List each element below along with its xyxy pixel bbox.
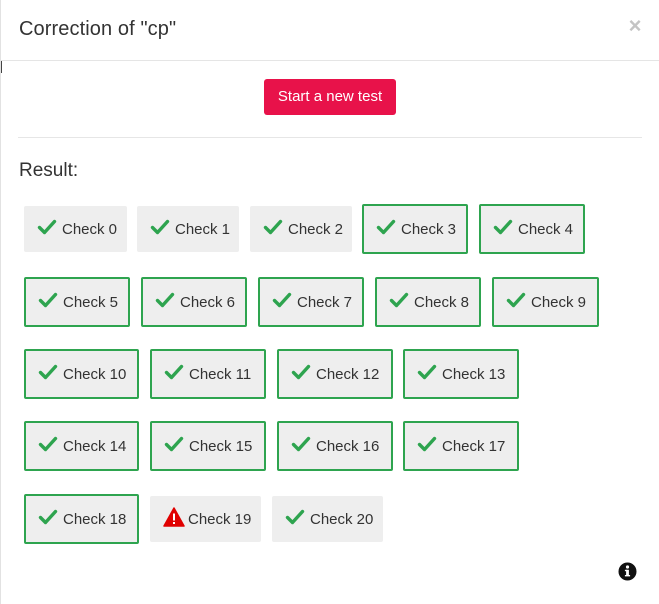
checkmark-icon xyxy=(417,434,437,454)
check-label: Check 10 xyxy=(63,365,127,383)
checkmark-icon xyxy=(493,217,513,237)
checkmark-icon xyxy=(164,362,184,382)
checkmark-icon xyxy=(38,434,58,454)
checkmark-icon xyxy=(389,290,409,310)
checkmark-icon xyxy=(291,434,311,454)
check-chip-15[interactable]: Check 15 xyxy=(150,421,266,471)
check-chip-11[interactable]: Check 11 xyxy=(150,349,266,399)
divider xyxy=(18,137,642,138)
check-chip-18[interactable]: Check 18 xyxy=(24,494,139,544)
check-label: Check 20 xyxy=(310,510,374,528)
check-chip-0[interactable]: Check 0 xyxy=(24,206,127,252)
check-label: Check 12 xyxy=(316,365,380,383)
check-chip-4[interactable]: Check 4 xyxy=(479,204,585,254)
modal-title: Correction of "cp" xyxy=(19,18,177,40)
checkmark-icon xyxy=(417,362,437,382)
check-chip-20[interactable]: Check 20 xyxy=(272,496,383,542)
checkmark-icon xyxy=(164,434,184,454)
checkmark-icon xyxy=(38,290,58,310)
check-label: Check 8 xyxy=(414,293,470,311)
check-chip-9[interactable]: Check 9 xyxy=(492,277,599,327)
check-label: Check 13 xyxy=(442,365,506,383)
checkmark-icon xyxy=(38,507,58,527)
check-label: Check 11 xyxy=(189,365,252,383)
checkmark-icon xyxy=(150,217,170,237)
start-new-test-button[interactable]: Start a new test xyxy=(263,79,397,115)
check-label: Check 16 xyxy=(316,437,380,455)
check-chip-12[interactable]: Check 12 xyxy=(277,349,393,399)
check-label: Check 2 xyxy=(288,220,344,238)
check-label: Check 3 xyxy=(401,220,457,238)
checkmark-icon xyxy=(155,290,175,310)
check-label: Check 7 xyxy=(297,293,353,311)
checkmark-icon xyxy=(272,290,292,310)
result-heading: Result: xyxy=(19,160,79,181)
correction-modal: Correction of "cp" × Start a new test Re… xyxy=(0,0,659,604)
checkmark-icon xyxy=(285,507,305,527)
check-label: Check 1 xyxy=(175,220,231,238)
check-chip-6[interactable]: Check 6 xyxy=(141,277,247,327)
check-chip-16[interactable]: Check 16 xyxy=(277,421,393,471)
check-label: Check 5 xyxy=(63,293,119,311)
check-chip-5[interactable]: Check 5 xyxy=(24,277,130,327)
check-label: Check 15 xyxy=(189,437,253,455)
check-chip-17[interactable]: Check 17 xyxy=(403,421,519,471)
warning-triangle-icon xyxy=(163,507,185,527)
modal-header: Correction of "cp" × xyxy=(1,0,659,61)
check-label: Check 19 xyxy=(188,510,252,528)
check-chip-2[interactable]: Check 2 xyxy=(250,206,352,252)
checkmark-icon xyxy=(506,290,526,310)
check-label: Check 18 xyxy=(63,510,127,528)
check-label: Check 9 xyxy=(531,293,587,311)
checkmark-icon xyxy=(37,217,57,237)
check-label: Check 4 xyxy=(518,220,574,238)
check-label: Check 17 xyxy=(442,437,506,455)
check-chip-19[interactable]: Check 19 xyxy=(150,496,261,542)
check-chip-10[interactable]: Check 10 xyxy=(24,349,139,399)
new-test-container: Start a new test xyxy=(1,79,659,115)
checkmark-icon xyxy=(263,217,283,237)
check-label: Check 6 xyxy=(180,293,236,311)
check-chip-3[interactable]: Check 3 xyxy=(362,204,468,254)
checkmark-icon xyxy=(376,217,396,237)
check-label: Check 0 xyxy=(62,220,118,238)
modal-edge-strip xyxy=(1,61,2,73)
check-chip-1[interactable]: Check 1 xyxy=(137,206,239,252)
check-chip-8[interactable]: Check 8 xyxy=(375,277,481,327)
check-chip-7[interactable]: Check 7 xyxy=(258,277,364,327)
check-chip-14[interactable]: Check 14 xyxy=(24,421,139,471)
check-label: Check 14 xyxy=(63,437,127,455)
checkmark-icon xyxy=(291,362,311,382)
info-icon[interactable] xyxy=(618,562,637,581)
check-chip-13[interactable]: Check 13 xyxy=(403,349,519,399)
close-button[interactable]: × xyxy=(627,15,643,37)
checkmark-icon xyxy=(38,362,58,382)
